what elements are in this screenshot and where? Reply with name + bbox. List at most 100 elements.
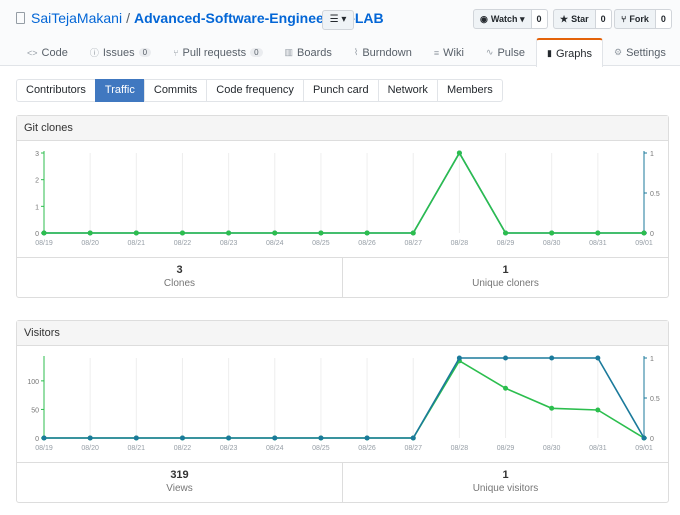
x-tick-label: 08/21 [128, 240, 146, 247]
fork-button-group: ⑂ Fork 0 [614, 9, 672, 29]
views-label: Views [166, 483, 193, 494]
data-point [595, 355, 601, 361]
star-count[interactable]: 0 [595, 9, 612, 29]
data-point [272, 230, 278, 236]
watch-button-group: ◉ Watch ▾ 0 [473, 9, 548, 29]
unique-cloners-count: 1 [502, 264, 509, 276]
visitors-stats: 319 Views 1 Unique visitors [17, 463, 668, 502]
subnav-traffic[interactable]: Traffic [94, 79, 145, 102]
data-point [318, 435, 324, 441]
x-tick-label: 09/01 [635, 445, 653, 452]
data-point [272, 435, 278, 441]
tab-pull-requests[interactable]: ⑂ Pull requests 0 [162, 38, 273, 66]
series-line-0 [44, 359, 645, 439]
x-tick-label: 08/31 [589, 240, 607, 247]
data-point [133, 230, 139, 236]
x-tick-label: 08/21 [128, 445, 146, 452]
x-tick-label: 08/22 [174, 240, 192, 247]
data-point [410, 230, 416, 236]
clones-label: Clones [163, 278, 196, 289]
star-button-label: Star [571, 14, 589, 24]
x-tick-label: 08/30 [543, 445, 561, 452]
subnav-code-frequency[interactable]: Code frequency [206, 79, 304, 102]
data-point [226, 435, 232, 441]
subnav-network[interactable]: Network [377, 79, 438, 102]
left-tick-label: 0 [35, 231, 39, 238]
data-point [410, 435, 416, 441]
tab-boards[interactable]: ▥ Boards [274, 38, 343, 66]
data-point [549, 230, 555, 236]
tab-pulse[interactable]: ∿ Pulse [475, 38, 536, 66]
right-tick-label: 0 [650, 231, 654, 238]
tab-label: Issues [102, 46, 135, 59]
tab-graphs[interactable]: ▮ Graphs [535, 38, 604, 67]
tab-label: Pulse [497, 46, 525, 59]
repo-owner-link[interactable]: SaiTejaMakani [31, 10, 122, 26]
series-line-0 [44, 151, 644, 234]
x-tick-label: 08/27 [404, 240, 422, 247]
star-button[interactable]: ★ Star [553, 9, 596, 29]
right-tick-label: 1 [650, 356, 654, 363]
fork-button[interactable]: ⑂ Fork [614, 9, 656, 29]
series-line-1 [44, 151, 644, 234]
x-tick-label: 08/27 [404, 445, 422, 452]
repo-book-icon [16, 12, 25, 24]
x-tick-label: 08/29 [497, 445, 515, 452]
x-tick-label: 08/19 [35, 240, 53, 247]
tab-label: Code [41, 46, 68, 59]
left-tick-label: 50 [31, 407, 39, 414]
tab-label: Boards [297, 46, 332, 59]
subnav-contributors[interactable]: Contributors [16, 79, 96, 102]
star-icon: ★ [560, 14, 569, 24]
git-clones-title: Git clones [17, 116, 668, 141]
visitors-chart-area: 0 50 100 0 0.5 1 08/19 08/20 08/21 08/22 08/23 08/2… [17, 346, 668, 463]
subnav-commits[interactable]: Commits [143, 79, 208, 102]
repo-title-separator: / [126, 10, 130, 26]
pulse-icon: ∿ [485, 47, 494, 57]
data-point [456, 150, 462, 156]
gear-icon: ⚙ [614, 47, 623, 57]
right-tick-label: 0.5 [650, 191, 660, 198]
burndown-icon: ⌇ [353, 47, 359, 57]
unique-visitors-count: 1 [502, 469, 509, 481]
tab-label: Burndown [362, 46, 412, 59]
x-tick-label: 08/22 [174, 445, 192, 452]
data-point [364, 435, 370, 441]
tab-settings[interactable]: ⚙ Settings [603, 38, 677, 66]
x-tick-label: 08/24 [266, 445, 284, 452]
data-point [179, 435, 185, 441]
x-tick-label: 08/23 [220, 445, 238, 452]
tab-issues[interactable]: ⓘ Issues 0 [79, 38, 162, 66]
subnav-members[interactable]: Members [436, 79, 503, 102]
right-tick-label: 1 [650, 151, 654, 158]
left-tick-label: 100 [27, 379, 39, 386]
data-point [226, 230, 232, 236]
tab-burndown[interactable]: ⌇ Burndown [343, 38, 423, 66]
left-tick-label: 0 [35, 436, 39, 443]
subnav-punch-card[interactable]: Punch card [302, 79, 379, 102]
watch-button[interactable]: ◉ Watch ▾ [473, 9, 532, 29]
data-point [641, 435, 647, 441]
data-point [503, 355, 509, 361]
fork-count[interactable]: 0 [655, 9, 672, 29]
x-tick-label: 08/28 [451, 445, 469, 452]
tab-code[interactable]: <> Code [16, 38, 79, 66]
tab-wiki[interactable]: ≡ Wiki [423, 38, 475, 66]
data-point [364, 230, 370, 236]
repo-list-button[interactable]: ☰ ▾ [322, 10, 354, 30]
data-point [641, 230, 647, 236]
x-tick-label: 08/23 [220, 240, 238, 247]
x-tick-label: 08/31 [589, 445, 607, 452]
watch-count[interactable]: 0 [531, 9, 548, 29]
data-point [456, 355, 462, 361]
repo-header: SaiTejaMakani / Advanced-Software-Engine… [0, 0, 680, 67]
x-tick-label: 08/20 [81, 240, 99, 247]
fork-icon: ⑂ [621, 14, 627, 24]
wiki-icon: ≡ [433, 47, 440, 58]
eye-icon: ◉ [480, 14, 488, 24]
git-clones-panel: Git clones 0 1 2 3 0 0.5 1 08/19 08/20 08/21 08/22… [16, 115, 669, 298]
clones-count: 3 [176, 264, 183, 276]
visitors-panel: Visitors 0 50 100 0 0.5 1 08/19 08/20 08/21 08/22… [16, 320, 669, 503]
visitors-title: Visitors [17, 321, 668, 346]
x-tick-label: 08/19 [35, 445, 53, 452]
